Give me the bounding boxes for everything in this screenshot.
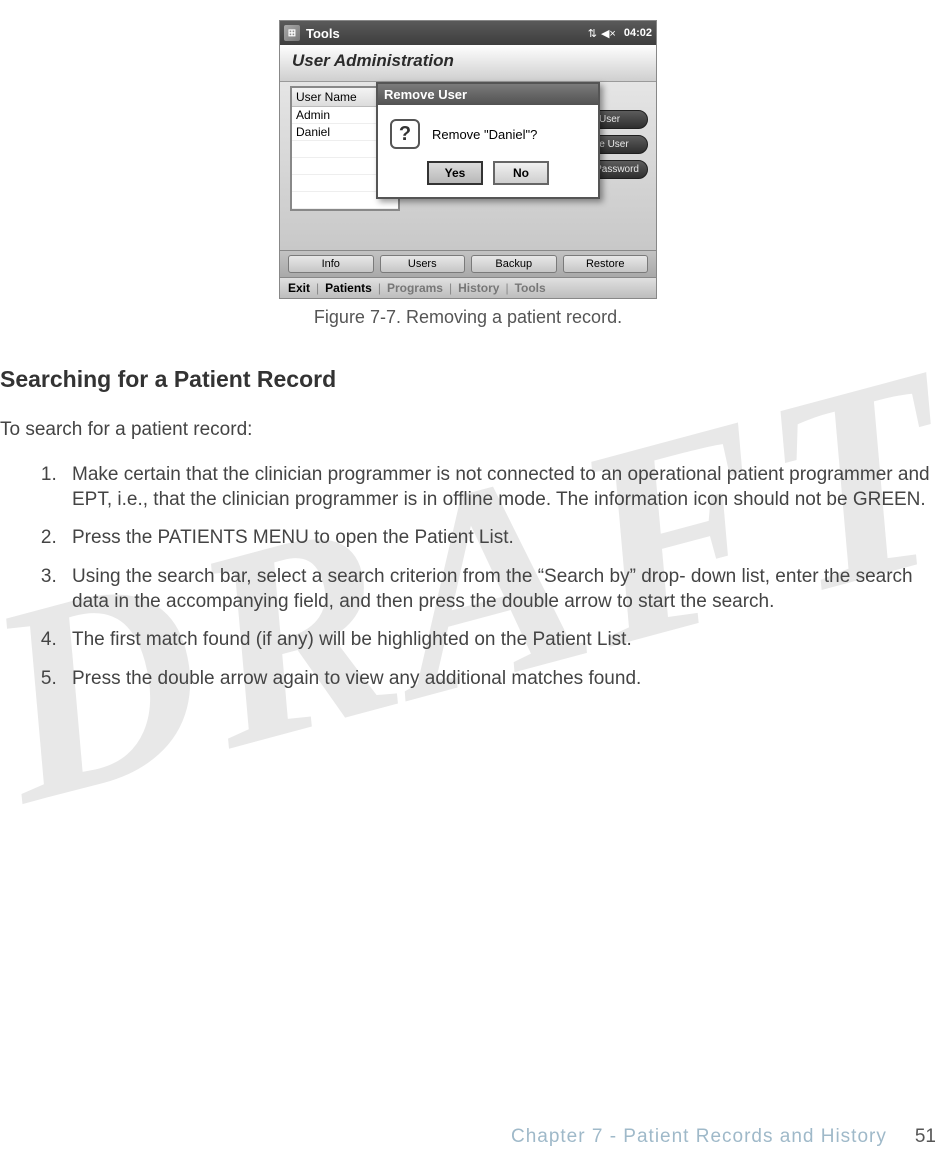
clock-text: 04:02: [624, 27, 652, 39]
bottombar-history[interactable]: History: [456, 281, 501, 295]
question-icon: ?: [390, 119, 420, 149]
bottom-bar: Exit | Patients | Programs | History | T…: [280, 277, 656, 298]
footer-chapter: Chapter 7 - Patient Records and History: [511, 1126, 887, 1148]
topbar-title: Tools: [306, 26, 340, 41]
step-item: Press the PATIENTS MENU to open the Pati…: [62, 526, 936, 551]
lead-text: To search for a patient record:: [0, 419, 936, 441]
device-screenshot: ⊞ Tools ⇅ ◀× 04:02 User Administration U…: [279, 20, 657, 299]
figure-caption: Figure 7-7. Removing a patient record.: [0, 307, 936, 328]
tab-bar: Info Users Backup Restore: [280, 250, 656, 277]
tab-info[interactable]: Info: [288, 255, 374, 273]
tab-users[interactable]: Users: [380, 255, 466, 273]
step-item: Press the double arrow again to view any…: [62, 667, 936, 692]
remove-user-dialog: Remove User ? Remove "Daniel"? Yes No: [376, 82, 600, 199]
footer-page-number: 51: [915, 1126, 936, 1148]
section-heading: Searching for a Patient Record: [0, 366, 936, 393]
step-item: Make certain that the clinician programm…: [62, 463, 936, 512]
speaker-icon: ◀×: [601, 27, 616, 40]
steps-list: Make certain that the clinician programm…: [0, 463, 936, 692]
bottombar-programs[interactable]: Programs: [385, 281, 445, 295]
screen-title: User Administration: [280, 45, 656, 82]
dialog-no-button[interactable]: No: [493, 161, 549, 185]
step-item: Using the search bar, select a search cr…: [62, 565, 936, 614]
sync-icon: ⇅: [588, 27, 597, 40]
start-icon: ⊞: [284, 25, 300, 41]
step-item: The first match found (if any) will be h…: [62, 628, 936, 653]
tab-backup[interactable]: Backup: [471, 255, 557, 273]
tab-restore[interactable]: Restore: [563, 255, 649, 273]
dialog-yes-button[interactable]: Yes: [427, 161, 483, 185]
dialog-title: Remove User: [378, 84, 598, 105]
dialog-message: Remove "Daniel"?: [432, 127, 537, 142]
app-body: User Name Admin Daniel New User Remove U…: [280, 82, 656, 250]
bottombar-exit[interactable]: Exit: [286, 281, 312, 295]
device-topbar: ⊞ Tools ⇅ ◀× 04:02: [280, 21, 656, 45]
bottombar-tools[interactable]: Tools: [513, 281, 548, 295]
page-content: ⊞ Tools ⇅ ◀× 04:02 User Administration U…: [0, 0, 950, 726]
page-footer: Chapter 7 - Patient Records and History …: [511, 1126, 936, 1148]
bottombar-patients[interactable]: Patients: [323, 281, 374, 295]
status-icons: ⇅ ◀× 04:02: [588, 27, 652, 40]
